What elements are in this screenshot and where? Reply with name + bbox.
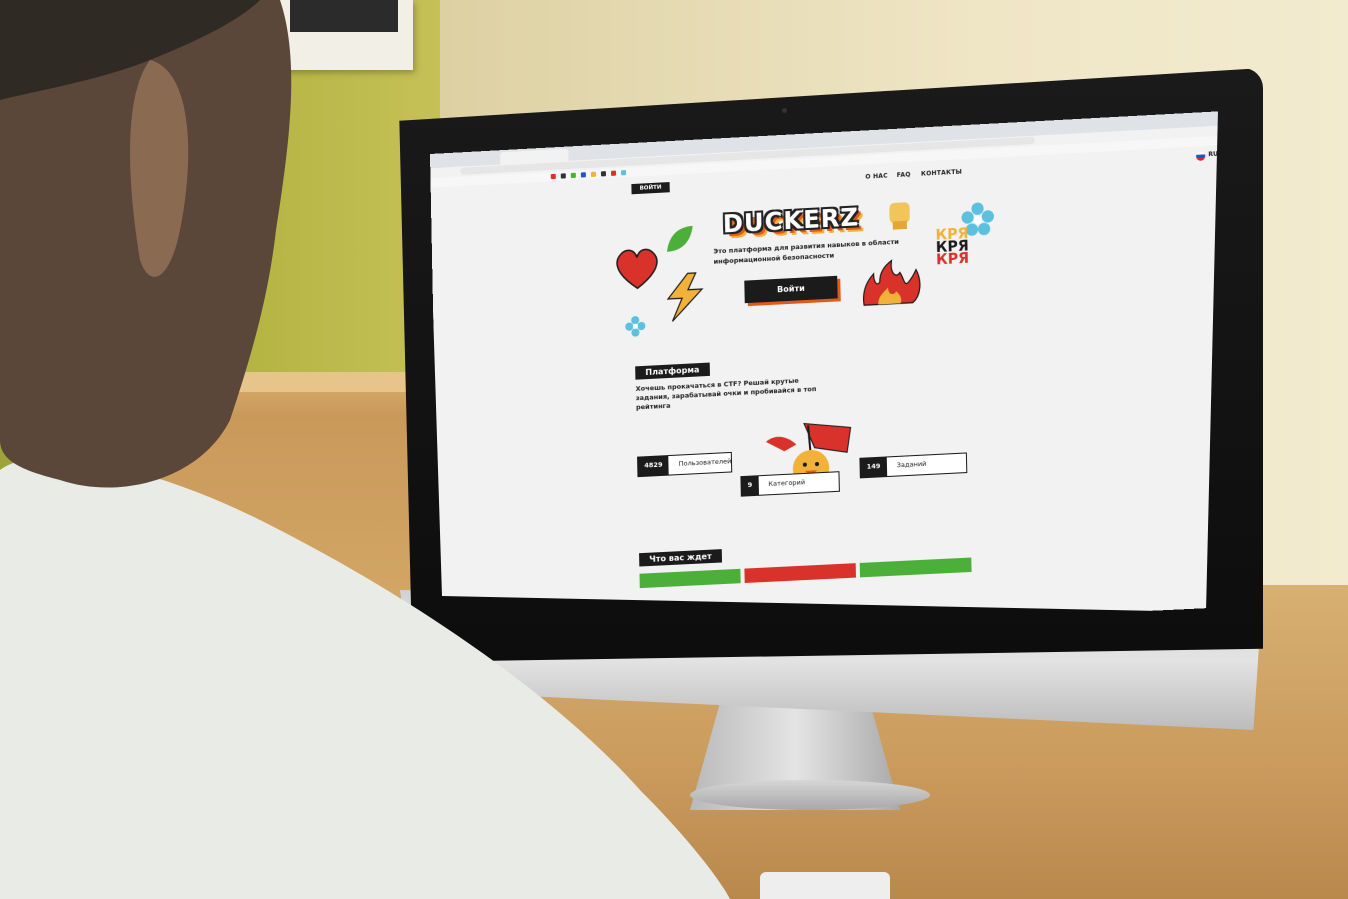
person-silhouette <box>0 0 730 899</box>
